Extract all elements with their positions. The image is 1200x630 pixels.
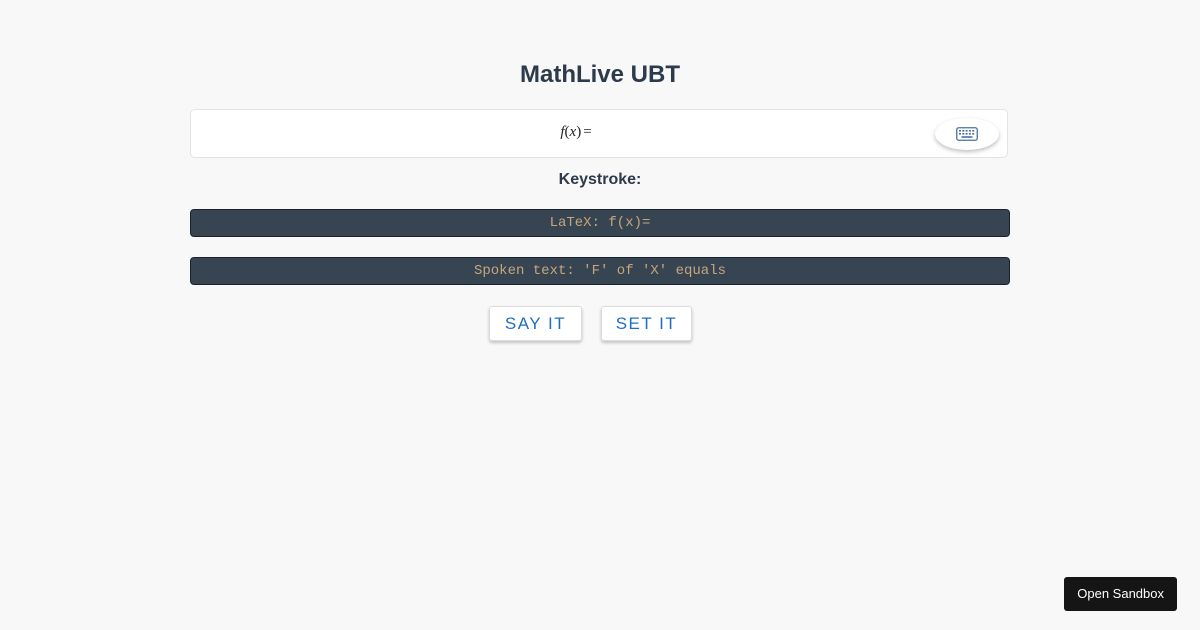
page-title: MathLive UBT bbox=[519, 61, 680, 88]
page: MathLive UBT f(x) = Keystroke: LaTeX: f(… bbox=[0, 0, 1200, 630]
math-field[interactable]: f(x) = bbox=[190, 109, 1008, 158]
keyboard-icon bbox=[956, 127, 978, 141]
set-it-button[interactable]: SET IT bbox=[601, 306, 692, 341]
math-equals: = bbox=[583, 124, 592, 140]
say-it-button[interactable]: SAY IT bbox=[489, 306, 582, 341]
math-expression[interactable]: f(x) = bbox=[191, 124, 961, 141]
virtual-keyboard-toggle[interactable] bbox=[935, 118, 999, 150]
open-sandbox-button[interactable]: Open Sandbox bbox=[1064, 577, 1177, 611]
keystroke-label: Keystroke: bbox=[558, 171, 642, 188]
spoken-text-output: Spoken text: 'F' of 'X' equals bbox=[190, 257, 1010, 285]
latex-output: LaTeX: f(x)= bbox=[190, 209, 1010, 237]
math-close-paren: ) bbox=[576, 124, 582, 140]
